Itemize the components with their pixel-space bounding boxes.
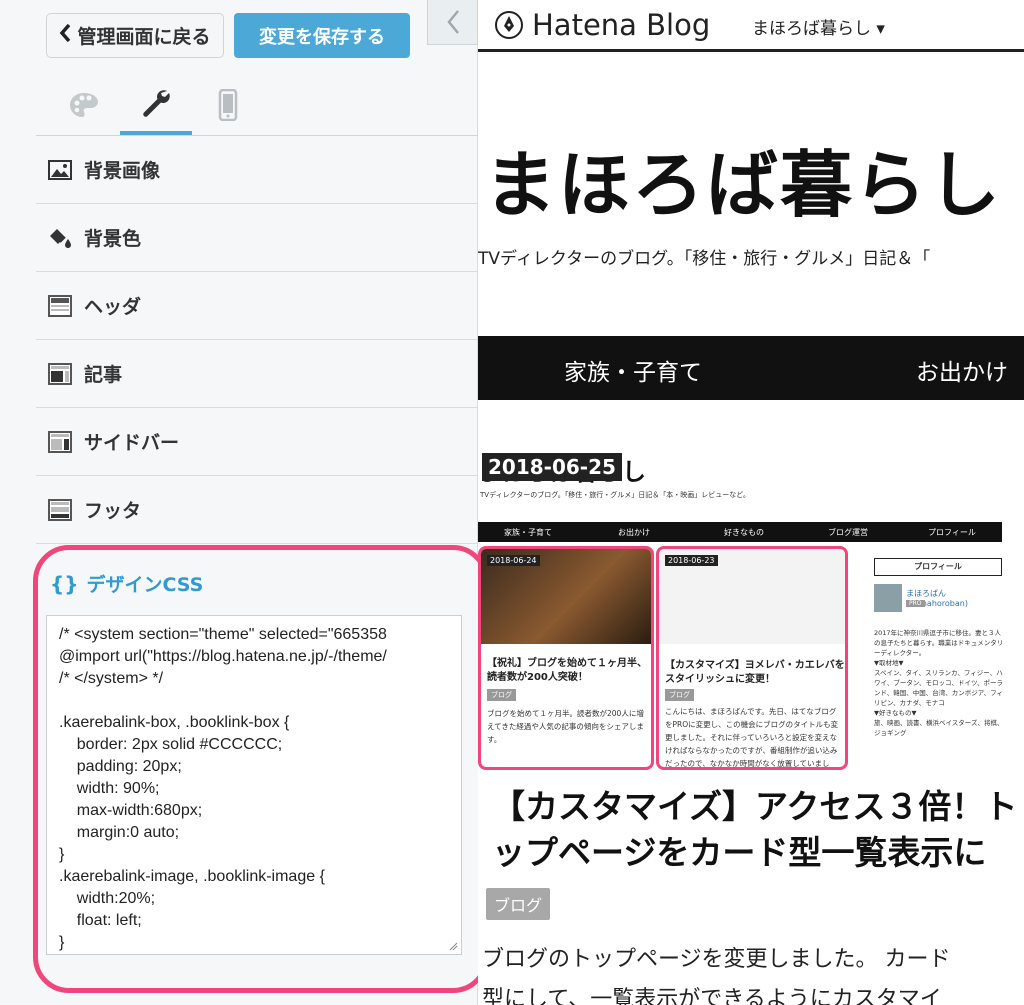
paint-bucket-icon (48, 227, 72, 249)
blog-selector-dropdown[interactable]: まほろば暮らし ▾ (752, 14, 885, 39)
chevron-left-icon (446, 10, 459, 34)
blog-title[interactable]: まほろば暮らし (484, 126, 1002, 231)
smartphone-icon (218, 88, 238, 121)
menu-item-footer[interactable]: フッタ (36, 476, 478, 544)
top-toolbar: 管理画面に戻る 変更を保存する (0, 0, 478, 62)
menu-item-background-image[interactable]: 背景画像 (36, 136, 478, 204)
tab-smartphone[interactable] (192, 74, 264, 135)
layout-sidebar-icon (48, 430, 72, 453)
tab-customize[interactable] (120, 74, 192, 135)
card-date: 2018-06-23 (665, 555, 718, 566)
post-excerpt-line: 型にして、一覧表示ができるようにカスタマイ (482, 987, 942, 1005)
layout-article-icon (48, 362, 72, 385)
collapse-panel-button[interactable] (427, 0, 478, 45)
design-css-title: デザインCSS (86, 574, 204, 596)
hatena-blog-logo[interactable]: Hatena Blog (494, 8, 710, 42)
curly-braces-icon: {} (50, 571, 79, 596)
design-css-section: {} デザインCSS /* <system section="theme" se… (33, 545, 489, 993)
entry-date-badge: 2018-06-25 (482, 453, 622, 481)
chevron-left-icon (59, 23, 71, 49)
mini-nav-item: プロフィール (928, 528, 976, 537)
card-tag: ブログ (487, 689, 516, 701)
menu-item-header[interactable]: ヘッダ (36, 272, 478, 340)
post-category-tag[interactable]: ブログ (486, 888, 551, 920)
card-tag: ブログ (665, 689, 694, 701)
menu-item-article[interactable]: 記事 (36, 340, 478, 408)
card-excerpt: ブログを始めて１ヶ月半。読者数が200人に増えてきた経過や人気の記事の傾向をシェ… (487, 709, 644, 744)
mini-profile-module: プロフィール まほろばん (id:mahoroban) PRO 2017年に神奈… (870, 558, 1004, 772)
post-excerpt-line: ブログのトップページを変更しました。 カード (482, 947, 951, 972)
blog-preview: Hatena Blog まほろば暮らし ▾ まほろば暮らし TVディレクターのブ… (478, 0, 1024, 1005)
menu-item-label: 背景画像 (84, 160, 161, 182)
menu-item-label: 背景色 (84, 228, 142, 250)
pen-nib-icon (495, 11, 523, 39)
nav-item-family[interactable]: 家族・子育て (564, 353, 702, 387)
profile-heading: プロフィール (874, 558, 1002, 576)
back-to-admin-button[interactable]: 管理画面に戻る (46, 13, 224, 58)
hatena-blog-brand: Hatena Blog (532, 8, 711, 42)
palette-icon (70, 92, 98, 117)
mini-nav-item: お出かけ (618, 528, 650, 537)
post-title-line: ップページをカード型一覧表示に (492, 833, 987, 872)
wrench-icon (143, 89, 170, 117)
css-code-editor[interactable]: /* <system section="theme" selected="665… (46, 615, 462, 955)
post-title[interactable]: 【カスタマイズ】アクセス３倍！ト ップページをカード型一覧表示に (492, 784, 1022, 876)
card-title: 【カスタマイズ】ヨメレバ・カエレバをスタイリッシュに変更！ (665, 660, 845, 685)
back-to-admin-label: 管理画面に戻る (77, 26, 211, 48)
resize-handle-icon[interactable] (448, 941, 458, 951)
article-card: 2018-06-23 【カスタマイズ】ヨメレバ・カエレバをスタイリッシュに変更！… (656, 546, 848, 770)
tab-design[interactable] (48, 74, 120, 135)
profile-avatar (874, 584, 902, 612)
menu-item-label: 記事 (84, 364, 123, 386)
customize-menu: 背景画像 背景色 ヘッダ 記事 サイドバー フッタ (36, 136, 478, 544)
article-card: 2018-06-24 【祝礼】ブログを始めて１ヶ月半、読者数が200人突破！ ブ… (478, 546, 654, 770)
menu-item-background-color[interactable]: 背景色 (36, 204, 478, 272)
menu-item-label: フッタ (84, 500, 142, 522)
css-code-text: /* <system section="theme" selected="665… (59, 626, 387, 951)
hatena-global-header: Hatena Blog まほろば暮らし ▾ (478, 0, 1024, 52)
editor-tabs (36, 74, 478, 136)
screen: 管理画面に戻る 変更を保存する 背景画像 背景色 ヘッダ 記事 サイドバー フッ… (0, 0, 1024, 1005)
profile-pro-badge: PRO (906, 600, 925, 607)
layout-header-icon (48, 294, 72, 317)
save-changes-button[interactable]: 変更を保存する (234, 13, 410, 58)
mini-nav-item: 好きなもの (724, 528, 764, 537)
blog-category-nav: 家族・子育て お出かけ (478, 336, 1024, 400)
mini-category-nav: 家族・子育て お出かけ 好きなもの ブログ運営 プロフィール (478, 522, 1002, 542)
mini-blog-description: TVディレクターのブログ。「移住・旅行・グルメ」日記＆「本・映画」レビューなど。 (480, 491, 750, 499)
menu-item-label: サイドバー (84, 432, 180, 454)
card-title: 【祝礼】ブログを始めて１ヶ月半、読者数が200人突破！ (487, 658, 647, 683)
design-css-heading: {} デザインCSS (50, 570, 203, 597)
blog-description: TVディレクターのブログ。「移住・旅行・グルメ」日記＆「 (478, 249, 931, 269)
mini-nav-item: 家族・子育て (504, 528, 552, 537)
menu-item-sidebar[interactable]: サイドバー (36, 408, 478, 476)
post-excerpt: ブログのトップページを変更しました。 カード 型にして、一覧表示ができるようにカ… (482, 940, 951, 1005)
card-date: 2018-06-24 (487, 555, 540, 566)
image-icon (48, 159, 72, 181)
card-excerpt: こんにちは、まほろばんです。先日、はてなブログをPROに変更し、この機会にブログ… (665, 707, 839, 768)
nav-item-outing[interactable]: お出かけ (916, 353, 1008, 387)
layout-footer-icon (48, 498, 72, 521)
embedded-screenshot: TVディレクターのブログ。「移住・旅行・グルメ」日記＆「本・映画」レビューなど。… (478, 488, 1024, 770)
post-title-line: 【カスタマイズ】アクセス３倍！ト (492, 787, 1018, 826)
design-sidebar: 管理画面に戻る 変更を保存する 背景画像 背景色 ヘッダ 記事 サイドバー フッ… (0, 0, 489, 1005)
mini-nav-item: ブログ運営 (828, 528, 868, 537)
menu-item-label: ヘッダ (84, 296, 142, 318)
profile-text: 2017年に神奈川県逗子市に移住。妻と３人の息子たちと暮らす。職業はドキュメンタ… (874, 629, 1004, 737)
